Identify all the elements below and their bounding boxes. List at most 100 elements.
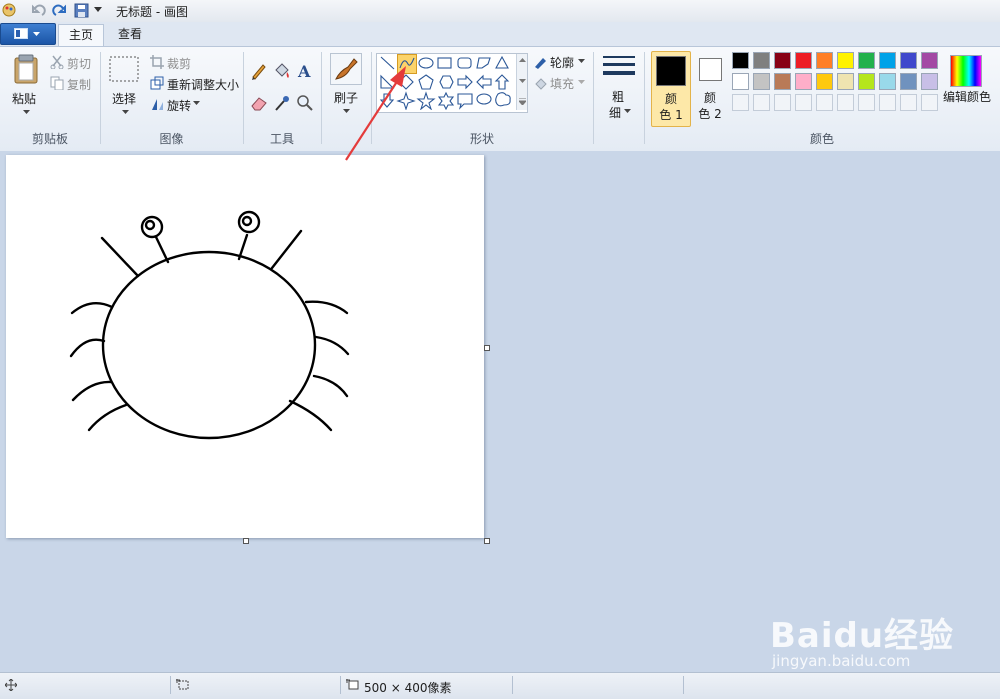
palette-swatch[interactable] [816,52,833,69]
copy-icon [50,76,64,90]
cloud-callout-shape-icon [495,92,511,107]
custom-color-slot[interactable] [921,94,938,111]
resize-handle-bottom[interactable] [243,538,249,544]
paste-icon[interactable] [13,54,39,84]
line-size-icon[interactable] [602,55,636,81]
fill-bucket-icon[interactable] [272,61,292,81]
palette-swatch[interactable] [921,52,938,69]
palette-swatch[interactable] [732,73,749,90]
custom-color-slot[interactable] [816,94,833,111]
watermark-url: jingyan.baidu.com [772,652,911,670]
scroll-down-icon[interactable] [519,79,526,84]
palette-swatch[interactable] [858,73,875,90]
paste-button[interactable]: 粘贴 [12,90,36,107]
selection-size-icon [176,679,189,690]
canvas-size-text: 500 × 400像素 [364,681,452,695]
palette-swatch[interactable] [858,52,875,69]
custom-color-slot[interactable] [732,94,749,111]
palette-swatch[interactable] [900,52,917,69]
resize-handle-right[interactable] [484,345,490,351]
edit-colors-button[interactable]: 编辑颜色 [943,88,991,105]
palette-swatch[interactable] [753,52,770,69]
up-arrow-shape-icon [494,74,510,90]
palette-swatch[interactable] [795,73,812,90]
palette-swatch[interactable] [753,73,770,90]
color-1-button[interactable]: 颜 色 1 [651,51,691,127]
copy-button[interactable]: 复制 [67,76,91,93]
rotate-dropdown-icon[interactable] [193,101,200,106]
palette-swatch[interactable] [774,52,791,69]
pencil-icon[interactable] [249,61,269,81]
palette-swatch[interactable] [879,52,896,69]
edit-colors-icon[interactable] [950,55,982,87]
crab-claw-line [100,236,140,278]
text-tool-icon[interactable]: A [295,61,315,81]
crab-leg [288,399,333,432]
custom-color-slot[interactable] [879,94,896,111]
custom-color-slot[interactable] [774,94,791,111]
palette-swatch[interactable] [837,73,854,90]
custom-color-slot[interactable] [858,94,875,111]
paste-dropdown-icon[interactable] [23,110,30,115]
outline-dropdown-icon[interactable] [578,59,585,64]
fill-button[interactable]: 填充 [550,75,574,92]
fill-dropdown-icon[interactable] [578,80,585,85]
palette-swatch[interactable] [816,73,833,90]
select-dropdown-icon[interactable] [122,110,129,115]
rotate-button[interactable]: 旋转 [167,97,191,114]
oval-shape-icon [418,57,434,69]
palette-swatch[interactable] [879,73,896,90]
palette-swatch[interactable] [921,73,938,90]
crab-eye-stalk [154,235,170,264]
palette-swatch[interactable] [795,52,812,69]
tab-home[interactable]: 主页 [58,24,104,46]
outline-button[interactable]: 轮廓 [550,54,574,71]
crop-button[interactable]: 裁剪 [167,55,191,72]
shapes-gallery-scrollbar[interactable] [516,54,527,110]
six-point-star-shape-icon [437,91,455,110]
size-label-bottom[interactable]: 细 [609,104,621,121]
file-menu-button[interactable] [0,23,56,45]
undo-icon[interactable] [30,3,46,19]
group-divider [321,52,322,144]
custom-color-slot[interactable] [837,94,854,111]
rectangle-shape-icon [437,57,452,69]
size-label-top[interactable]: 粗 [612,88,624,105]
magnifier-icon[interactable] [295,93,315,113]
palette-swatch[interactable] [900,73,917,90]
scroll-up-icon[interactable] [519,58,526,63]
title-bar: 无标题 - 画图 [0,0,1000,23]
color-picker-icon[interactable] [272,93,292,113]
paint-app-icon[interactable] [2,3,16,17]
tab-view[interactable]: 查看 [108,24,152,45]
size-dropdown-icon[interactable] [624,109,631,114]
image-group-label: 图像 [159,132,184,146]
palette-swatch[interactable] [732,52,749,69]
crab-pupil [241,215,253,227]
crop-icon [150,55,164,69]
custom-color-slot[interactable] [795,94,812,111]
resize-icon [150,76,164,90]
color-2-button[interactable]: 颜 色 2 [691,51,729,125]
polygon-shape-icon [476,57,491,69]
status-divider [512,676,513,694]
palette-swatch[interactable] [774,73,791,90]
color-2-label-bottom: 色 2 [698,107,722,121]
cut-button[interactable]: 剪切 [67,55,91,72]
eraser-icon[interactable] [249,93,269,113]
redo-icon[interactable] [52,3,68,19]
color-palette [732,52,942,114]
drawing-canvas[interactable] [6,155,484,538]
quick-access-dropdown-icon[interactable] [94,7,102,13]
select-button[interactable]: 选择 [112,90,136,107]
select-icon[interactable] [109,56,139,82]
resize-handle-corner[interactable] [484,538,490,544]
gallery-expand-icon[interactable] [519,98,526,105]
custom-color-slot[interactable] [900,94,917,111]
svg-text:A: A [297,62,311,81]
palette-swatch[interactable] [837,52,854,69]
custom-color-slot[interactable] [753,94,770,111]
save-icon[interactable] [74,3,89,18]
crab-leg [312,374,349,398]
resize-button[interactable]: 重新调整大小 [167,76,239,93]
